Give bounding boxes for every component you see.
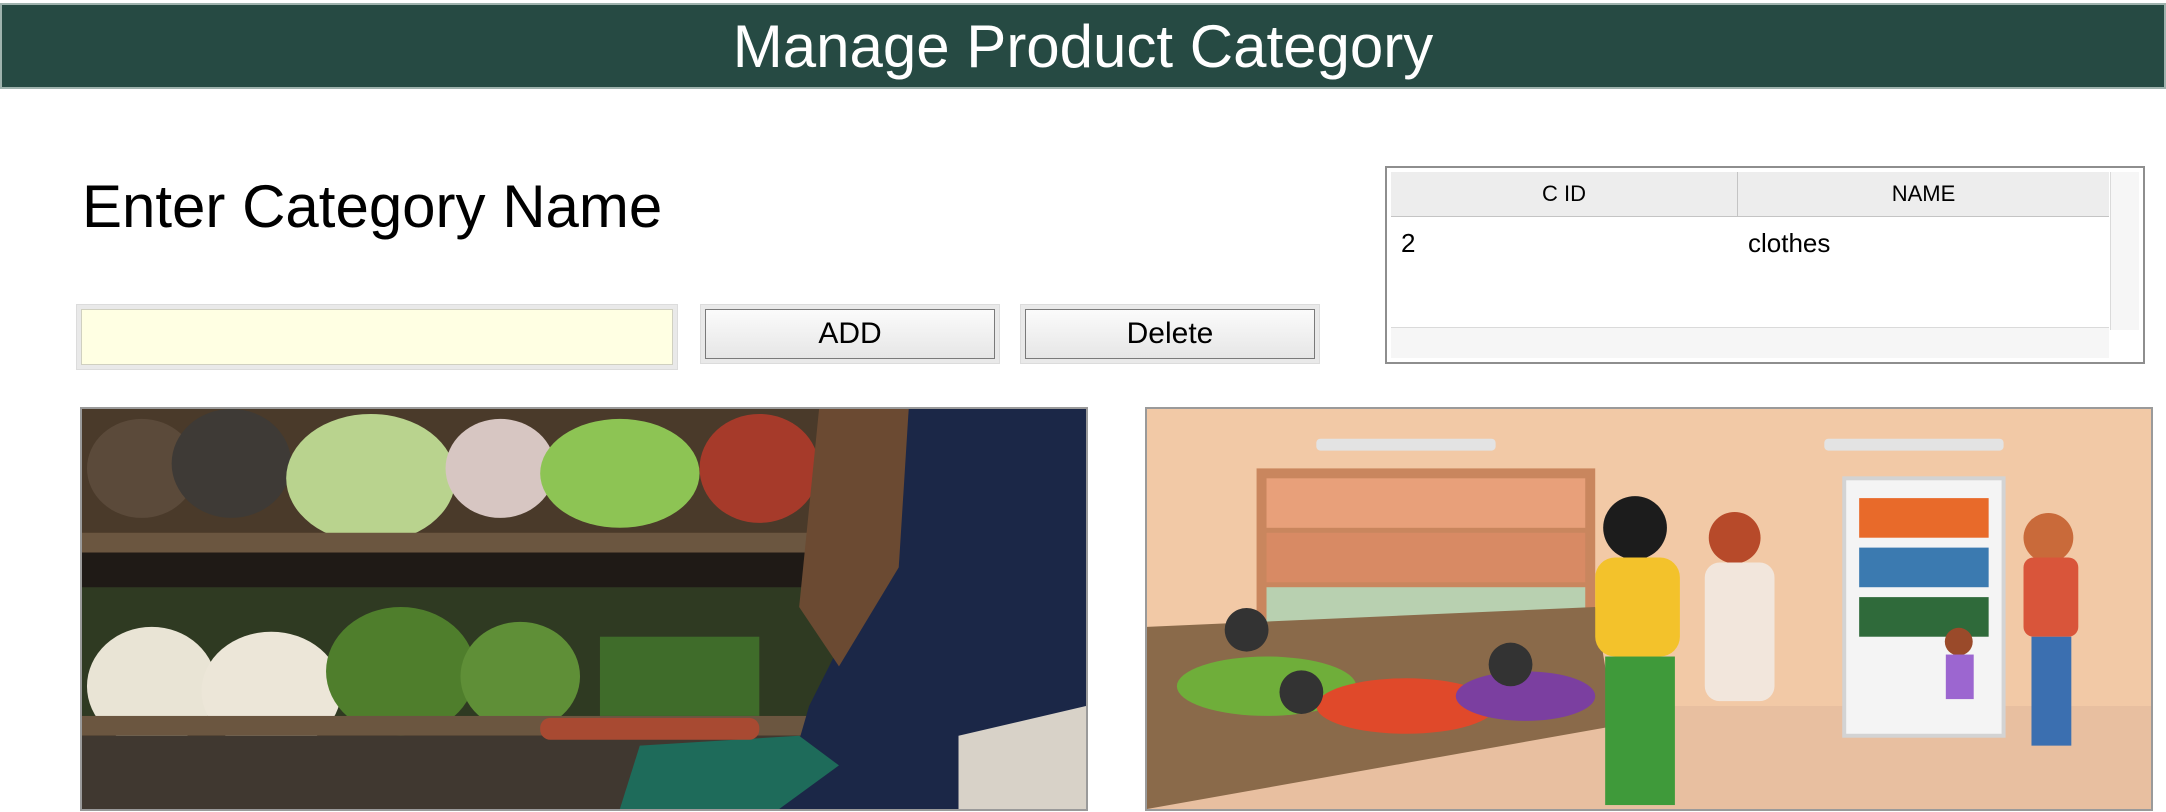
cell-name: clothes [1748,227,1831,258]
supermarket-illustration [1145,407,2153,811]
table-body: 2 clothes [1391,217,2109,325]
add-button[interactable]: ADD [705,309,995,359]
grocery-photo-graphic [82,409,1086,809]
add-button-frame: ADD [700,304,1000,364]
supermarket-illustration-graphic [1147,409,2151,809]
title-bar: Manage Product Category [0,3,2166,89]
table-row[interactable]: 2 clothes [1391,217,2109,269]
delete-button[interactable]: Delete [1025,309,1315,359]
horizontal-scrollbar[interactable] [1391,327,2109,358]
cell-cid: 2 [1401,227,1416,258]
column-header-cid[interactable]: C ID [1391,172,1738,216]
vertical-scrollbar[interactable] [2110,172,2139,330]
category-name-label: Enter Category Name [82,173,663,240]
page-title: Manage Product Category [732,12,1434,80]
grocery-shopper-photo [80,407,1088,811]
category-table: C ID NAME 2 clothes [1385,166,2145,364]
table-header: C ID NAME [1391,172,2109,217]
category-name-input[interactable] [81,309,673,365]
category-input-frame [76,304,678,370]
delete-button-frame: Delete [1020,304,1320,364]
column-header-name[interactable]: NAME [1738,172,2109,216]
